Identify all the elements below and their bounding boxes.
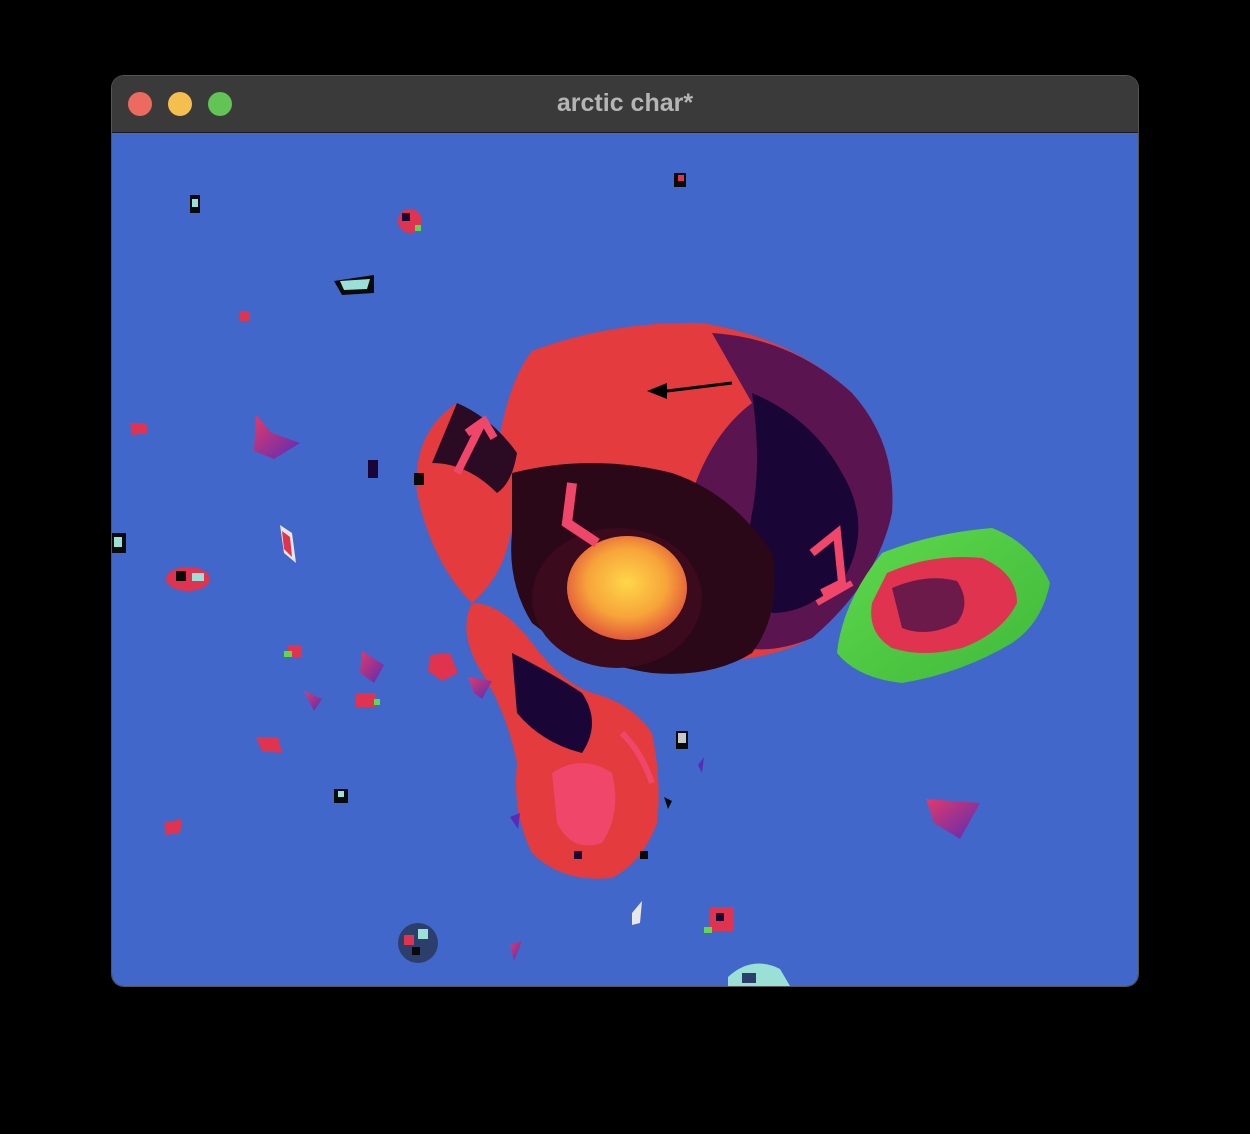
app-window: arctic char* [112, 76, 1138, 986]
debris-cluster-2 [166, 567, 210, 591]
debris-cluster-4 [398, 923, 438, 963]
debris-cluster-1 [398, 209, 422, 233]
scene-canvas [112, 173, 1051, 986]
monkey-head-model[interactable] [416, 322, 1051, 879]
window-title: arctic char* [556, 89, 694, 117]
render-viewport[interactable] [112, 133, 1138, 986]
debris-cluster-3 [704, 907, 734, 933]
title-bar[interactable]: arctic char* [112, 76, 1138, 133]
